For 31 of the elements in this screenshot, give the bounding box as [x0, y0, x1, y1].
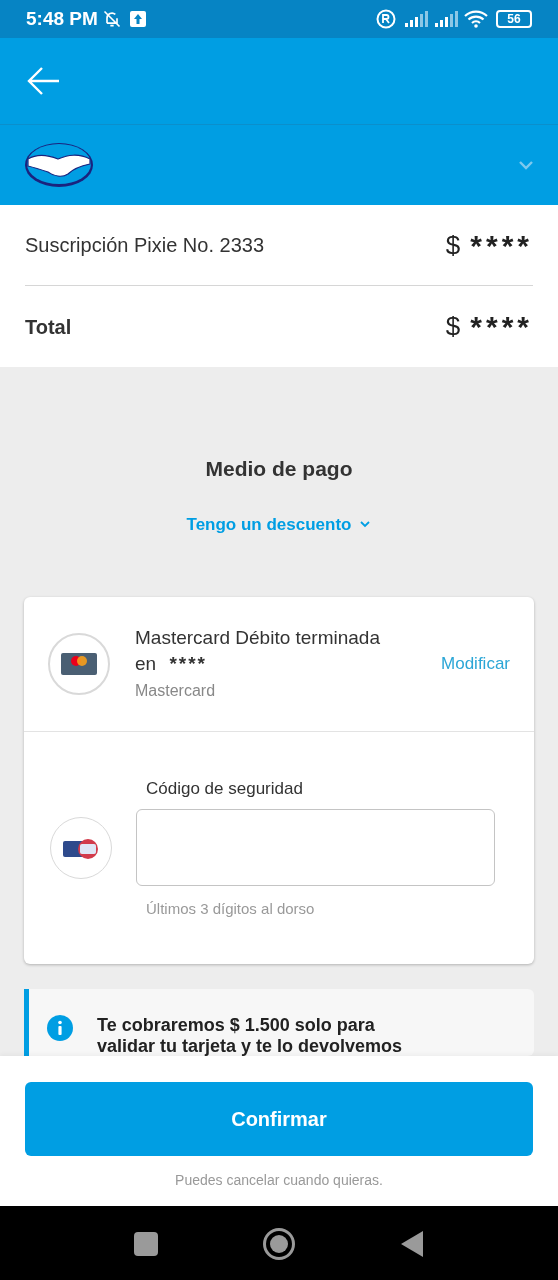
- summary-amount: $ ****: [445, 309, 533, 345]
- registered-icon: [376, 9, 396, 29]
- battery-icon: 56: [496, 10, 532, 28]
- modify-link[interactable]: Modificar: [441, 651, 510, 677]
- wifi-icon: [464, 10, 488, 28]
- bell-off-icon: [101, 9, 122, 29]
- security-code-field[interactable]: [136, 809, 495, 886]
- footer-note: Puedes cancelar cuando quieras.: [175, 1171, 383, 1190]
- status-time: 5:48 PM: [26, 6, 98, 31]
- summary-label: Suscripción Pixie No. 2333: [25, 233, 264, 258]
- card-name: Mastercard Débito terminada en ****: [135, 626, 381, 676]
- field-label: Código de seguridad: [146, 777, 304, 800]
- field-hint: Últimos 3 dígitos al dorso: [146, 899, 316, 919]
- signal-icon: [434, 10, 460, 28]
- signal-icon: [404, 10, 430, 28]
- info-text: Te cobraremos $ 1.500 solo para validar tu tarjeta y te lo devolvemos: [97, 1015, 404, 1056]
- home-icon[interactable]: [262, 1226, 296, 1261]
- confirm-button[interactable]: Confirmar: [25, 1082, 533, 1156]
- card-brand: Mastercard: [135, 681, 217, 701]
- recents-icon[interactable]: [134, 1231, 158, 1256]
- summary-label: Total: [25, 314, 72, 340]
- summary-amount: $ ****: [445, 227, 533, 264]
- card-cvv-icon: [62, 837, 100, 859]
- info-icon: [47, 1015, 73, 1041]
- mastercard-icon: [61, 653, 97, 675]
- back-arrow-icon[interactable]: [26, 66, 60, 96]
- discount-link[interactable]: Tengo un descuento: [186, 511, 372, 537]
- chevron-down-icon: [359, 520, 372, 529]
- back-icon[interactable]: [400, 1229, 424, 1258]
- section-title: Medio de pago: [205, 456, 353, 482]
- upload-icon: [129, 11, 146, 27]
